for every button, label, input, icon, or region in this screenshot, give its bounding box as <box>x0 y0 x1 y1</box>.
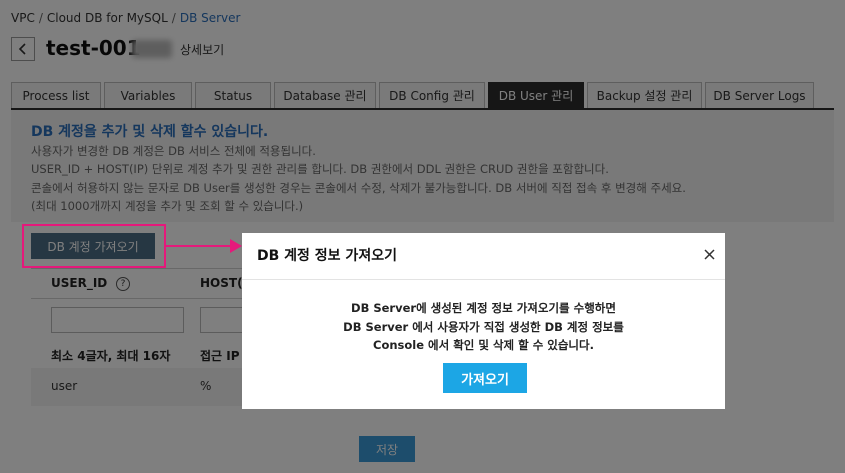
modal-divider <box>242 279 725 280</box>
arrow-right-icon <box>230 239 242 253</box>
modal-title: DB 계정 정보 가져오기 <box>257 248 397 264</box>
modal-body-line: DB Server에 생성된 계정 정보 가져오기를 수행하면 <box>351 301 616 315</box>
annotation-arrow-shaft <box>166 245 232 247</box>
modal-body-line: Console 에서 확인 및 삭제 할 수 있습니다. <box>373 338 594 352</box>
modal-body-line: DB Server 에서 사용자가 직접 생성한 DB 계정 정보를 <box>343 320 624 334</box>
confirm-fetch-button[interactable]: 가져오기 <box>443 363 527 393</box>
annotation-highlight-box <box>22 224 166 268</box>
close-icon[interactable] <box>702 247 716 261</box>
